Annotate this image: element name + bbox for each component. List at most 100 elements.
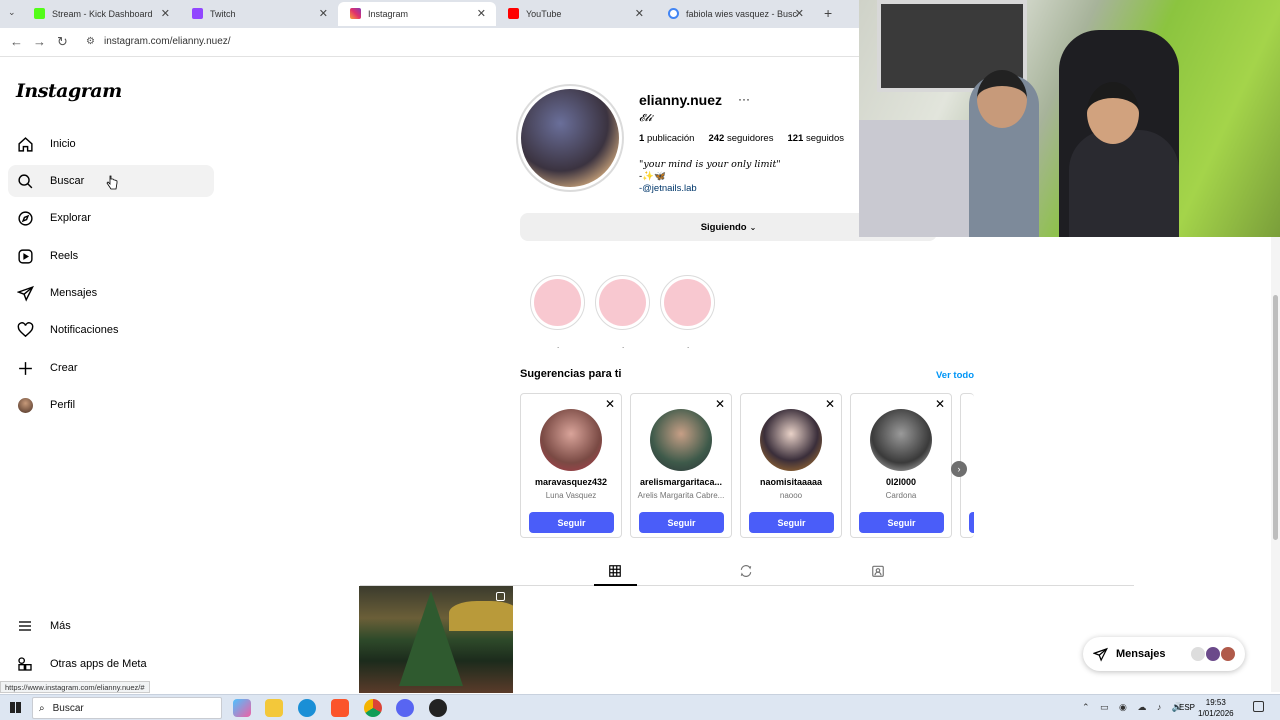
suggestion-avatar[interactable] bbox=[760, 409, 822, 471]
tab-kick[interactable]: Stream - Kick Dashboard ✕ bbox=[22, 2, 180, 26]
plus-icon bbox=[16, 359, 34, 377]
chevron-right-icon[interactable]: › bbox=[951, 461, 967, 477]
tab-twitch[interactable]: Twitch ✕ bbox=[180, 2, 338, 26]
kick-icon bbox=[34, 8, 45, 19]
followers-count[interactable]: 242 seguidores bbox=[708, 133, 773, 144]
suggestion-avatar[interactable] bbox=[540, 409, 602, 471]
suggestions-title: Sugerencias para ti bbox=[520, 368, 622, 380]
close-icon[interactable]: ✕ bbox=[477, 7, 486, 20]
close-icon[interactable]: ✕ bbox=[319, 7, 328, 20]
person-left-head bbox=[977, 70, 1027, 128]
follow-button[interactable]: Seguir bbox=[639, 512, 724, 533]
nav-profile[interactable]: Perfil bbox=[8, 389, 214, 421]
nav-label: Buscar bbox=[50, 175, 85, 187]
bio-mention-link[interactable]: -@jetnails.lab bbox=[639, 183, 697, 194]
suggestion-name: naooo bbox=[779, 491, 803, 500]
nav-create[interactable]: Crear bbox=[8, 352, 214, 384]
close-icon[interactable]: ✕ bbox=[935, 397, 945, 411]
follow-button[interactable]: Seguir bbox=[749, 512, 834, 533]
nav-home[interactable]: Inicio bbox=[8, 128, 214, 160]
nav-explore[interactable]: Explorar bbox=[8, 202, 214, 234]
suggestion-card: ✕ maravasquez432 Luna Vasquez Seguir bbox=[520, 393, 622, 538]
reload-icon[interactable]: ↻ bbox=[57, 34, 68, 50]
canopy-shape bbox=[449, 601, 513, 631]
nav-label: Otras apps de Meta bbox=[50, 658, 147, 670]
profile-avatar[interactable] bbox=[516, 84, 624, 192]
follow-button[interactable]: Seguir bbox=[859, 512, 944, 533]
brave-icon[interactable] bbox=[331, 699, 349, 717]
heart-icon bbox=[16, 321, 34, 339]
tab-instagram[interactable]: Instagram ✕ bbox=[338, 2, 496, 26]
post-thumbnail[interactable] bbox=[359, 586, 513, 693]
discord-like-icon[interactable] bbox=[396, 699, 414, 717]
close-icon[interactable]: ✕ bbox=[795, 7, 804, 20]
close-icon[interactable]: ✕ bbox=[635, 7, 644, 20]
nav-meta-apps[interactable]: Otras apps de Meta bbox=[8, 648, 214, 680]
follow-button[interactable] bbox=[969, 512, 974, 533]
chrome-icon[interactable] bbox=[364, 699, 382, 717]
nav-notifications[interactable]: Notificaciones bbox=[8, 314, 214, 346]
nav-more[interactable]: Más bbox=[8, 610, 214, 642]
tab-google[interactable]: fabiola wies vasquez - Buscar c ✕ bbox=[656, 2, 814, 26]
reposts-tab[interactable] bbox=[737, 562, 755, 580]
follow-button[interactable]: Seguir bbox=[529, 512, 614, 533]
grid-tab[interactable] bbox=[606, 562, 624, 580]
suggestion-avatar[interactable] bbox=[650, 409, 712, 471]
url-field[interactable]: instagram.com/elianny.nuez/ bbox=[104, 36, 231, 47]
suggestion-username[interactable]: arelismargaritaca... bbox=[631, 477, 731, 487]
notifications-icon[interactable] bbox=[1253, 701, 1264, 712]
language-indicator[interactable]: ESP bbox=[1179, 703, 1195, 712]
back-icon[interactable]: ← bbox=[10, 34, 23, 49]
compass-icon bbox=[16, 209, 34, 227]
following-count[interactable]: 121 seguidos bbox=[787, 133, 844, 144]
send-icon bbox=[16, 284, 34, 302]
scrollbar-thumb[interactable] bbox=[1273, 295, 1278, 540]
clock[interactable]: 19:53 1/01/2026 bbox=[1198, 697, 1234, 719]
nav-label: Mensajes bbox=[50, 287, 98, 299]
close-icon[interactable]: ✕ bbox=[161, 7, 170, 20]
suggestion-name: Luna Vasquez bbox=[545, 491, 597, 500]
new-tab-button[interactable]: + bbox=[824, 5, 832, 21]
search-icon: ⌕ bbox=[39, 702, 45, 714]
story-highlight[interactable] bbox=[595, 275, 650, 330]
edge-icon[interactable] bbox=[298, 699, 316, 717]
story-highlight[interactable] bbox=[660, 275, 715, 330]
clock-date: 1/01/2026 bbox=[1198, 709, 1234, 718]
copilot-icon[interactable] bbox=[233, 699, 251, 717]
close-icon[interactable]: ✕ bbox=[605, 397, 615, 411]
suggestion-username[interactable]: naomisitaaaaa bbox=[741, 477, 841, 487]
messages-button[interactable]: Mensajes bbox=[1083, 637, 1245, 671]
system-tray-icons[interactable]: ⌃ ▭ ◉ ☁ ♪ 🔊 bbox=[1082, 702, 1187, 713]
taskbar-search-label: Buscar bbox=[52, 702, 84, 714]
menu-icon bbox=[16, 617, 34, 635]
nav-messages[interactable]: Mensajes bbox=[8, 277, 214, 309]
windows-start-icon[interactable] bbox=[10, 702, 21, 713]
obs-icon[interactable] bbox=[429, 699, 447, 717]
taskbar-search[interactable]: ⌕ Buscar bbox=[32, 697, 222, 719]
nav-reels[interactable]: Reels bbox=[8, 240, 214, 272]
file-explorer-icon[interactable] bbox=[265, 699, 283, 717]
suggestion-avatar[interactable] bbox=[870, 409, 932, 471]
see-all-link[interactable]: Ver todo bbox=[936, 370, 974, 381]
tagged-tab[interactable] bbox=[869, 562, 887, 580]
forward-icon[interactable]: → bbox=[33, 34, 46, 49]
site-info-icon[interactable]: ⚙ bbox=[86, 36, 95, 47]
tab-youtube[interactable]: YouTube ✕ bbox=[496, 2, 654, 26]
suggestion-card: ✕ arelismargaritaca... Arelis Margarita … bbox=[630, 393, 732, 538]
suggestion-username[interactable]: 0l2l000 bbox=[851, 477, 951, 487]
tab-list-dropdown[interactable]: ⌄ bbox=[8, 7, 16, 18]
taskbar: ⌕ Buscar ⌃ ▭ ◉ ☁ ♪ 🔊 ESP 19:53 1/01/2026 bbox=[0, 694, 1280, 720]
suggestion-name: Cardona bbox=[885, 491, 917, 500]
suggestion-username[interactable]: maravasquez432 bbox=[521, 477, 621, 487]
suggestion-card: ✕ naomisitaaaaa naooo Seguir bbox=[740, 393, 842, 538]
highlight-label: . bbox=[622, 341, 625, 350]
story-highlight[interactable] bbox=[530, 275, 585, 330]
close-icon[interactable]: ✕ bbox=[715, 397, 725, 411]
close-icon[interactable]: ✕ bbox=[825, 397, 835, 411]
options-icon[interactable]: ··· bbox=[738, 92, 750, 106]
active-tab-indicator bbox=[594, 584, 637, 586]
send-icon bbox=[1093, 647, 1108, 662]
avatar bbox=[1220, 646, 1236, 662]
instagram-logo[interactable]: Instagram bbox=[16, 80, 122, 102]
home-icon bbox=[16, 135, 34, 153]
